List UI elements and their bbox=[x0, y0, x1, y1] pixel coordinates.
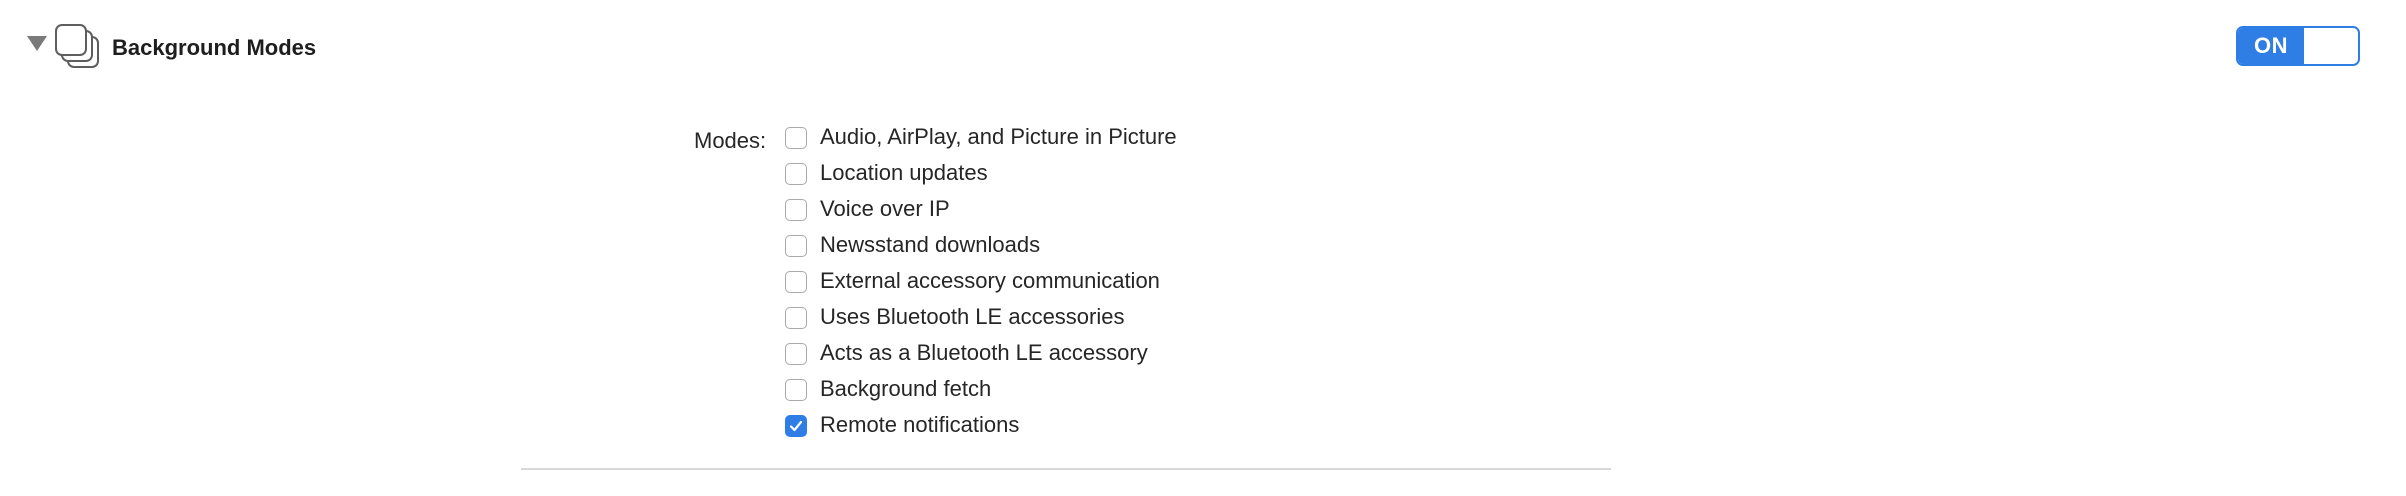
modes-label: Modes: bbox=[694, 128, 767, 153]
mode-option-label: Background fetch bbox=[820, 376, 992, 401]
checkbox[interactable] bbox=[785, 127, 807, 149]
background-modes-icon bbox=[55, 24, 99, 68]
mode-option[interactable]: Background fetch bbox=[785, 373, 1485, 409]
section-divider bbox=[521, 468, 1611, 470]
checkbox[interactable] bbox=[785, 343, 807, 365]
capability-toggle[interactable]: ON bbox=[2236, 26, 2360, 66]
mode-option-label: External accessory communication bbox=[820, 268, 1160, 293]
checkmark-icon bbox=[789, 420, 803, 432]
capability-header: Background Modes ON bbox=[0, 0, 2406, 96]
mode-option-label: Newsstand downloads bbox=[820, 232, 1041, 257]
mode-option-label: Remote notifications bbox=[820, 412, 1020, 437]
checkbox[interactable] bbox=[785, 163, 807, 185]
checkbox[interactable] bbox=[785, 307, 807, 329]
disclosure-triangle-icon[interactable] bbox=[27, 36, 47, 51]
mode-option[interactable]: External accessory communication bbox=[785, 265, 1485, 301]
modes-list: Audio, AirPlay, and Picture in Picture L… bbox=[785, 121, 1485, 445]
checkbox[interactable] bbox=[785, 271, 807, 293]
mode-option[interactable]: Voice over IP bbox=[785, 193, 1485, 229]
mode-option[interactable]: Location updates bbox=[785, 157, 1485, 193]
checkbox[interactable] bbox=[785, 199, 807, 221]
mode-option-label: Voice over IP bbox=[820, 196, 950, 221]
mode-option[interactable]: Uses Bluetooth LE accessories bbox=[785, 301, 1485, 337]
capability-title: Background Modes bbox=[112, 35, 317, 60]
mode-option[interactable]: Remote notifications bbox=[785, 409, 1485, 445]
mode-option[interactable]: Acts as a Bluetooth LE accessory bbox=[785, 337, 1485, 373]
mode-option-label: Uses Bluetooth LE accessories bbox=[820, 304, 1125, 329]
mode-option-label: Audio, AirPlay, and Picture in Picture bbox=[820, 124, 1177, 149]
mode-option[interactable]: Audio, AirPlay, and Picture in Picture bbox=[785, 121, 1485, 157]
checkbox[interactable] bbox=[785, 415, 807, 437]
mode-option-label: Acts as a Bluetooth LE accessory bbox=[820, 340, 1148, 365]
mode-option[interactable]: Newsstand downloads bbox=[785, 229, 1485, 265]
checkbox[interactable] bbox=[785, 379, 807, 401]
checkbox[interactable] bbox=[785, 235, 807, 257]
toggle-label: ON bbox=[2254, 33, 2288, 58]
mode-option-label: Location updates bbox=[820, 160, 988, 185]
